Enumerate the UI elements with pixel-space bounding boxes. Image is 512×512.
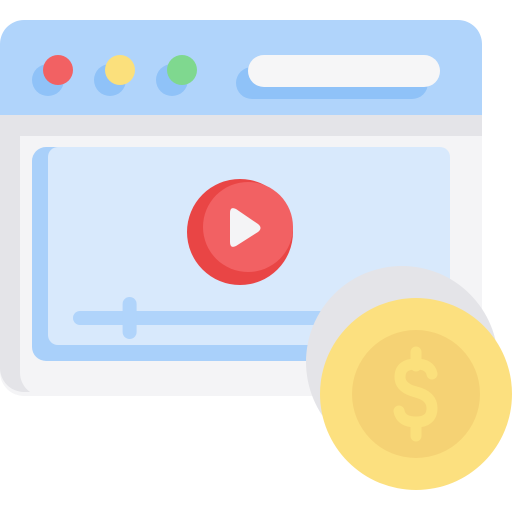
illustration-svg xyxy=(0,20,512,490)
window-maximize-dot xyxy=(167,55,197,85)
monetized-video-illustration xyxy=(0,0,512,512)
window-minimize-dot xyxy=(105,55,135,85)
window-close-dot xyxy=(43,55,73,85)
address-bar xyxy=(248,55,440,87)
